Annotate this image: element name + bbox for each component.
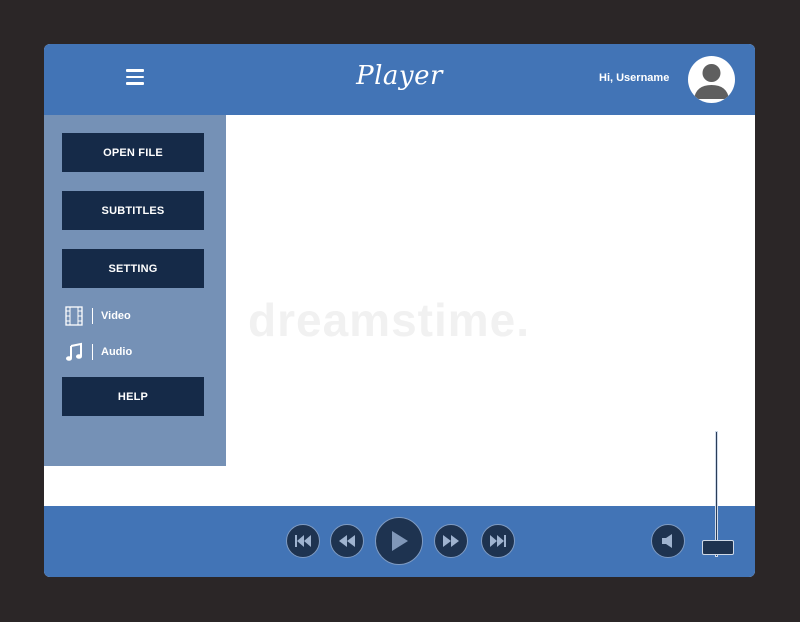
player-window: Player Hi, Username OPEN FILE SUBTITLES …	[44, 44, 755, 577]
skip-previous-icon[interactable]	[286, 524, 320, 558]
rewind-icon[interactable]	[330, 524, 364, 558]
playback-controls	[44, 506, 755, 577]
sidebar-item-video[interactable]: Video	[64, 305, 131, 327]
subtitles-button[interactable]: SUBTITLES	[62, 191, 204, 230]
setting-button[interactable]: SETTING	[62, 249, 204, 288]
sidebar-item-label: Video	[101, 310, 131, 322]
user-greeting: Hi, Username	[599, 72, 670, 84]
sidebar: OPEN FILE SUBTITLES SETTING Video Audio …	[44, 115, 226, 466]
volume-icon[interactable]	[651, 524, 685, 558]
music-note-icon	[64, 342, 84, 362]
play-icon[interactable]	[375, 517, 423, 565]
open-file-button[interactable]: OPEN FILE	[62, 133, 204, 172]
film-icon	[64, 306, 84, 326]
divider	[92, 308, 93, 324]
header-bar: Player Hi, Username	[44, 44, 755, 115]
sidebar-item-audio[interactable]: Audio	[64, 341, 132, 363]
sidebar-item-label: Audio	[101, 346, 133, 358]
divider	[92, 344, 93, 360]
volume-slider-handle[interactable]	[702, 540, 734, 555]
fast-forward-icon[interactable]	[434, 524, 468, 558]
video-display[interactable]: dreamstime.	[226, 115, 755, 506]
watermark: dreamstime.	[248, 294, 531, 346]
volume-slider-track[interactable]	[715, 431, 718, 557]
help-button[interactable]: HELP	[62, 377, 204, 416]
user-avatar-icon[interactable]	[688, 56, 735, 103]
skip-next-icon[interactable]	[481, 524, 515, 558]
